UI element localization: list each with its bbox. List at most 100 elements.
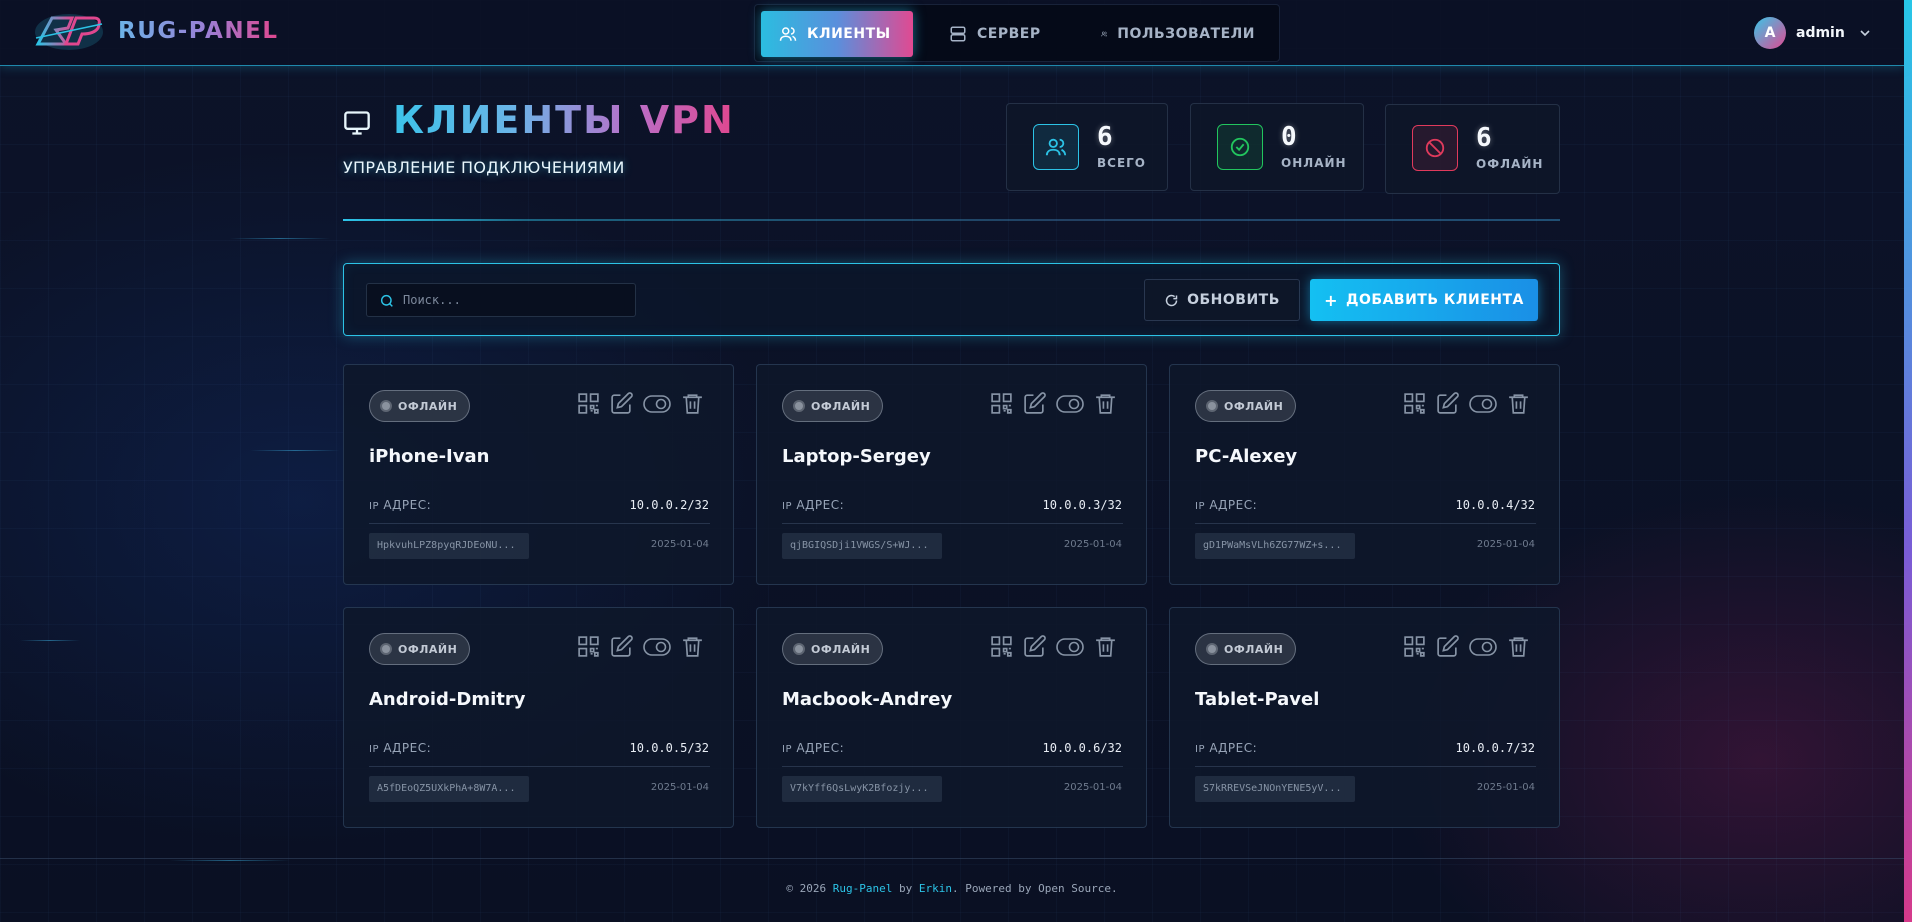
user-menu[interactable]: A admin [1754, 16, 1871, 50]
qr-code-button[interactable] [989, 634, 1014, 659]
status-dot-icon [380, 400, 392, 412]
refresh-button[interactable]: ОБНОВИТЬ [1144, 279, 1300, 321]
decor-streak [230, 238, 330, 239]
add-client-button[interactable]: + ДОБАВИТЬ КЛИЕНТА [1310, 279, 1538, 321]
qr-code-button[interactable] [576, 634, 601, 659]
logo-icon[interactable] [32, 10, 106, 54]
toggle-button[interactable] [1468, 634, 1498, 659]
public-key[interactable]: HpkvuhLPZ8pyqRJDEoNU... [369, 533, 529, 559]
search-icon [380, 294, 393, 307]
status-badge: ОФЛАЙН [782, 633, 884, 665]
card-actions [1402, 634, 1531, 659]
stat-value: 6 [1097, 122, 1113, 152]
card-actions [1402, 391, 1531, 416]
ip-label: IP АДРЕС: [782, 498, 844, 512]
delete-button[interactable] [1506, 634, 1531, 659]
search-input[interactable] [403, 284, 629, 316]
client-card: ОФЛАЙН Tablet-Pavel IP АДРЕС: 10.0.0.7/3… [1169, 607, 1560, 828]
trash-icon [683, 637, 702, 657]
delete-button[interactable] [1506, 391, 1531, 416]
page-title-main: КЛИЕНТЫ [393, 98, 625, 142]
ip-label: IP АДРЕС: [782, 741, 844, 755]
avatar: A [1754, 17, 1786, 49]
edit-button[interactable] [1435, 391, 1460, 416]
refresh-icon [1165, 294, 1178, 306]
ip-label: IP АДРЕС: [369, 498, 431, 512]
edit-button[interactable] [609, 634, 634, 659]
client-card: ОФЛАЙН Macbook-Andrey IP АДРЕС: 10.0.0.6… [756, 607, 1147, 828]
edit-button[interactable] [1022, 634, 1047, 659]
footer-app-link[interactable]: Rug-Panel [833, 882, 893, 895]
public-key[interactable]: gD1PWaMsVLh6ZG77WZ+s... [1195, 533, 1355, 559]
footer-prefix: © 2026 [786, 882, 833, 895]
toggle-off-icon [1469, 394, 1497, 413]
ip-label: IP АДРЕС: [1195, 741, 1257, 755]
client-toolbar: ОБНОВИТЬ + ДОБАВИТЬ КЛИЕНТА [343, 263, 1560, 336]
toggle-button[interactable] [642, 391, 672, 416]
brand-name[interactable]: RUG-PANEL [118, 18, 278, 44]
toggle-button[interactable] [1055, 634, 1085, 659]
footer-divider [0, 858, 1904, 859]
qr-code-button[interactable] [989, 391, 1014, 416]
ip-prefix: IP [782, 744, 792, 755]
created-date: 2025-01-04 [1063, 539, 1122, 550]
status-badge: ОФЛАЙН [1195, 390, 1297, 422]
public-key[interactable]: S7kRREVSeJNOnYENE5yV... [1195, 776, 1355, 802]
footer-author-link[interactable]: Erkin [919, 882, 952, 895]
public-key[interactable]: V7kYff6QsLwyK2Bfozjy... [782, 776, 942, 802]
qr-code-icon [578, 393, 599, 414]
card-divider [782, 766, 1123, 767]
status-dot-icon [380, 643, 392, 655]
nav-tab-clients[interactable]: КЛИЕНТЫ [761, 11, 913, 57]
client-name: iPhone-Ivan [369, 446, 490, 467]
top-header: RUG-PANEL КЛИЕНТЫ СЕРВЕР ПОЛЬЗОВАТЕЛИ A … [0, 0, 1904, 66]
trash-icon [1509, 637, 1528, 657]
edit-button[interactable] [609, 391, 634, 416]
qr-code-button[interactable] [576, 391, 601, 416]
ip-address: 10.0.0.4/32 [1455, 498, 1535, 512]
qr-code-button[interactable] [1402, 634, 1427, 659]
card-divider [1195, 766, 1536, 767]
delete-button[interactable] [1093, 634, 1118, 659]
edit-button[interactable] [1435, 634, 1460, 659]
card-divider [782, 523, 1123, 524]
stat-icon-box [1217, 124, 1263, 170]
chevron-down-icon [1860, 30, 1870, 37]
delete-button[interactable] [680, 391, 705, 416]
edit-icon [1437, 392, 1459, 414]
qr-code-icon [991, 393, 1012, 414]
public-key[interactable]: qjBGIQSDji1VWGS/S+WJ... [782, 533, 942, 559]
delete-button[interactable] [680, 634, 705, 659]
edit-button[interactable] [1022, 391, 1047, 416]
nav-tab-users[interactable]: ПОЛЬЗОВАТЕЛИ [1083, 11, 1273, 57]
ip-address: 10.0.0.3/32 [1042, 498, 1122, 512]
trash-icon [683, 394, 702, 414]
check-circle-icon [1230, 137, 1250, 157]
toggle-button[interactable] [1055, 391, 1085, 416]
toggle-button[interactable] [642, 634, 672, 659]
users-icon [1101, 31, 1108, 37]
ip-prefix: IP [369, 501, 379, 512]
ip-label-text: АДРЕС: [383, 498, 432, 512]
decor-streak [20, 640, 80, 641]
stat-label: ОНЛАЙН [1281, 156, 1347, 170]
main-nav: КЛИЕНТЫ СЕРВЕР ПОЛЬЗОВАТЕЛИ [754, 4, 1280, 62]
ip-prefix: IP [1195, 501, 1205, 512]
ip-label-text: АДРЕС: [796, 741, 845, 755]
public-key[interactable]: A5fDEoQZ5UXkPhA+8W7A... [369, 776, 529, 802]
nav-tab-server[interactable]: СЕРВЕР [931, 11, 1061, 57]
qr-code-button[interactable] [1402, 391, 1427, 416]
ban-icon [1425, 138, 1445, 158]
server-icon [950, 26, 966, 42]
nav-tab-label: СЕРВЕР [977, 26, 1041, 42]
scrollbar[interactable] [1904, 0, 1912, 922]
card-actions [989, 391, 1118, 416]
decor-streak [170, 860, 290, 861]
status-label: ОФЛАЙН [398, 399, 458, 413]
stat-value: 0 [1281, 122, 1297, 152]
ip-address: 10.0.0.5/32 [629, 741, 709, 755]
toggle-button[interactable] [1468, 391, 1498, 416]
card-divider [369, 766, 710, 767]
edit-icon [611, 392, 633, 414]
delete-button[interactable] [1093, 391, 1118, 416]
